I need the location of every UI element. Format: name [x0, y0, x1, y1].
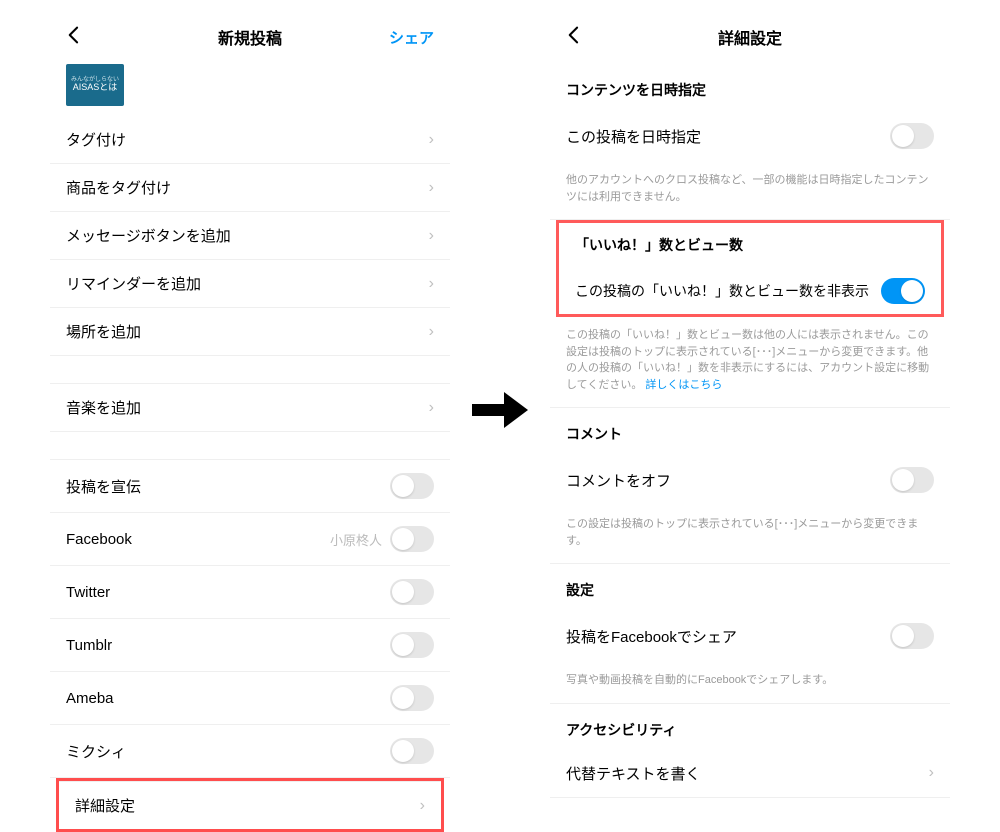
likes-learn-more-link[interactable]: 詳しくはこちら: [645, 379, 722, 391]
section-gap: [50, 356, 450, 384]
row-hide-likes: この投稿の「いいね！」数とビュー数を非表示: [559, 265, 941, 314]
toggle-share-facebook[interactable]: [890, 623, 934, 649]
highlighted-advanced-row: 詳細設定 ›: [56, 778, 444, 832]
row-comments-off: コメントをオフ: [550, 454, 950, 506]
right-screen: 詳細設定 コンテンツを日時指定 この投稿を日時指定 他のアカウントへのクロス投稿…: [550, 10, 950, 798]
chevron-right-icon: ›: [929, 764, 934, 782]
toggle-schedule[interactable]: [890, 123, 934, 149]
back-button[interactable]: [66, 24, 80, 50]
section-gap: [50, 432, 450, 460]
toggle-hide-likes[interactable]: [881, 278, 925, 304]
arrow-right-icon: [472, 392, 528, 428]
row-tag-products[interactable]: 商品をタグ付け ›: [50, 164, 450, 212]
chevron-right-icon: ›: [429, 131, 434, 149]
highlighted-likes-block: 「いいね！」数とビュー数 この投稿の「いいね！」数とビュー数を非表示: [556, 220, 944, 317]
row-add-message-button[interactable]: メッセージボタンを追加 ›: [50, 212, 450, 260]
chevron-right-icon: ›: [429, 179, 434, 197]
comments-help-text: この設定は投稿のトップに表示されている[･･･]メニューから変更できます。: [550, 506, 950, 563]
chevron-right-icon: ›: [429, 399, 434, 417]
left-screen: 新規投稿 シェア みんながしらない AISASとは タグ付け › 商品をタグ付け…: [50, 10, 450, 832]
toggle-facebook[interactable]: [390, 526, 434, 552]
row-schedule-post: この投稿を日時指定: [550, 110, 950, 162]
section-accessibility-title: アクセシビリティ: [550, 704, 950, 750]
fb-help-text: 写真や動画投稿を自動的にFacebookでシェアします。: [550, 662, 950, 703]
share-button[interactable]: シェア: [389, 27, 434, 48]
row-add-music[interactable]: 音楽を追加 ›: [50, 384, 450, 432]
toggle-tumblr[interactable]: [390, 632, 434, 658]
chevron-right-icon: ›: [420, 797, 425, 815]
row-promote-post: 投稿を宣伝: [50, 460, 450, 513]
left-header: 新規投稿 シェア: [50, 10, 450, 64]
likes-help-text: この投稿の「いいね！」数とビュー数は他の人には表示されません。この設定は投稿のト…: [550, 317, 950, 407]
section-settings-title: 設定: [550, 564, 950, 610]
row-share-facebook: 投稿をFacebookでシェア: [550, 610, 950, 662]
transition-arrow: [470, 10, 530, 810]
row-add-reminder[interactable]: リマインダーを追加 ›: [50, 260, 450, 308]
row-ameba: Ameba: [50, 672, 450, 725]
left-title: 新規投稿: [218, 25, 282, 49]
post-thumbnail[interactable]: みんながしらない AISASとは: [66, 64, 124, 106]
toggle-ameba[interactable]: [390, 685, 434, 711]
section-comments-title: コメント: [550, 408, 950, 454]
row-tumblr: Tumblr: [50, 619, 450, 672]
row-alt-text[interactable]: 代替テキストを書く ›: [550, 750, 950, 798]
section-schedule-title: コンテンツを日時指定: [550, 64, 950, 110]
toggle-comments-off[interactable]: [890, 467, 934, 493]
toggle-promote[interactable]: [390, 473, 434, 499]
toggle-mixi[interactable]: [390, 738, 434, 764]
right-header: 詳細設定: [550, 10, 950, 64]
facebook-account-name: 小原柊人: [330, 530, 382, 549]
row-mixi: ミクシィ: [50, 725, 450, 778]
row-advanced-settings[interactable]: 詳細設定 ›: [59, 781, 441, 829]
right-title: 詳細設定: [718, 25, 782, 49]
chevron-right-icon: ›: [429, 323, 434, 341]
back-button[interactable]: [566, 24, 580, 50]
section-likes-title: 「いいね！」数とビュー数: [559, 223, 941, 265]
row-facebook: Facebook 小原柊人: [50, 513, 450, 566]
row-tag-people[interactable]: タグ付け ›: [50, 116, 450, 164]
row-twitter: Twitter: [50, 566, 450, 619]
chevron-right-icon: ›: [429, 275, 434, 293]
toggle-twitter[interactable]: [390, 579, 434, 605]
row-add-location[interactable]: 場所を追加 ›: [50, 308, 450, 356]
schedule-help-text: 他のアカウントへのクロス投稿など、一部の機能は日時指定したコンテンツには利用でき…: [550, 162, 950, 219]
chevron-right-icon: ›: [429, 227, 434, 245]
